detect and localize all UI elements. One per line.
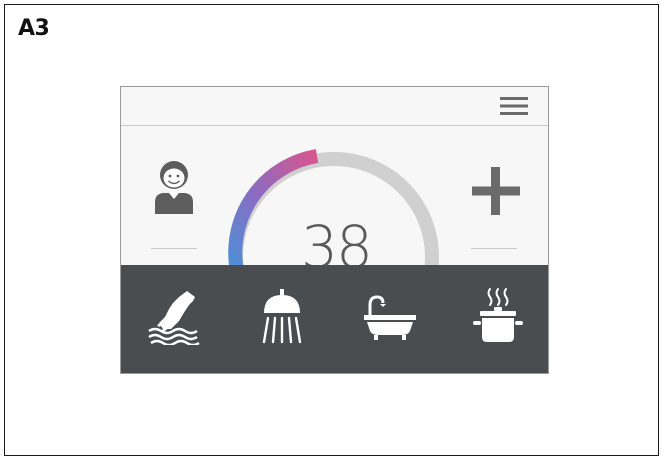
right-divider: [471, 248, 517, 249]
shower-icon[interactable]: [252, 285, 312, 345]
plus-icon[interactable]: [471, 166, 521, 216]
control-panel-screen: 38: [120, 86, 549, 374]
hand-water-icon[interactable]: [143, 285, 203, 345]
temperature-area: 38: [121, 126, 548, 281]
mode-bar: [121, 265, 548, 373]
user-avatar-icon[interactable]: [153, 158, 195, 214]
bathtub-icon[interactable]: [360, 285, 420, 345]
hamburger-menu-icon[interactable]: [500, 96, 528, 116]
figure-label: A3: [18, 16, 50, 41]
top-bar: [121, 87, 548, 126]
cooking-pot-icon[interactable]: [468, 285, 528, 345]
left-divider: [151, 248, 197, 249]
